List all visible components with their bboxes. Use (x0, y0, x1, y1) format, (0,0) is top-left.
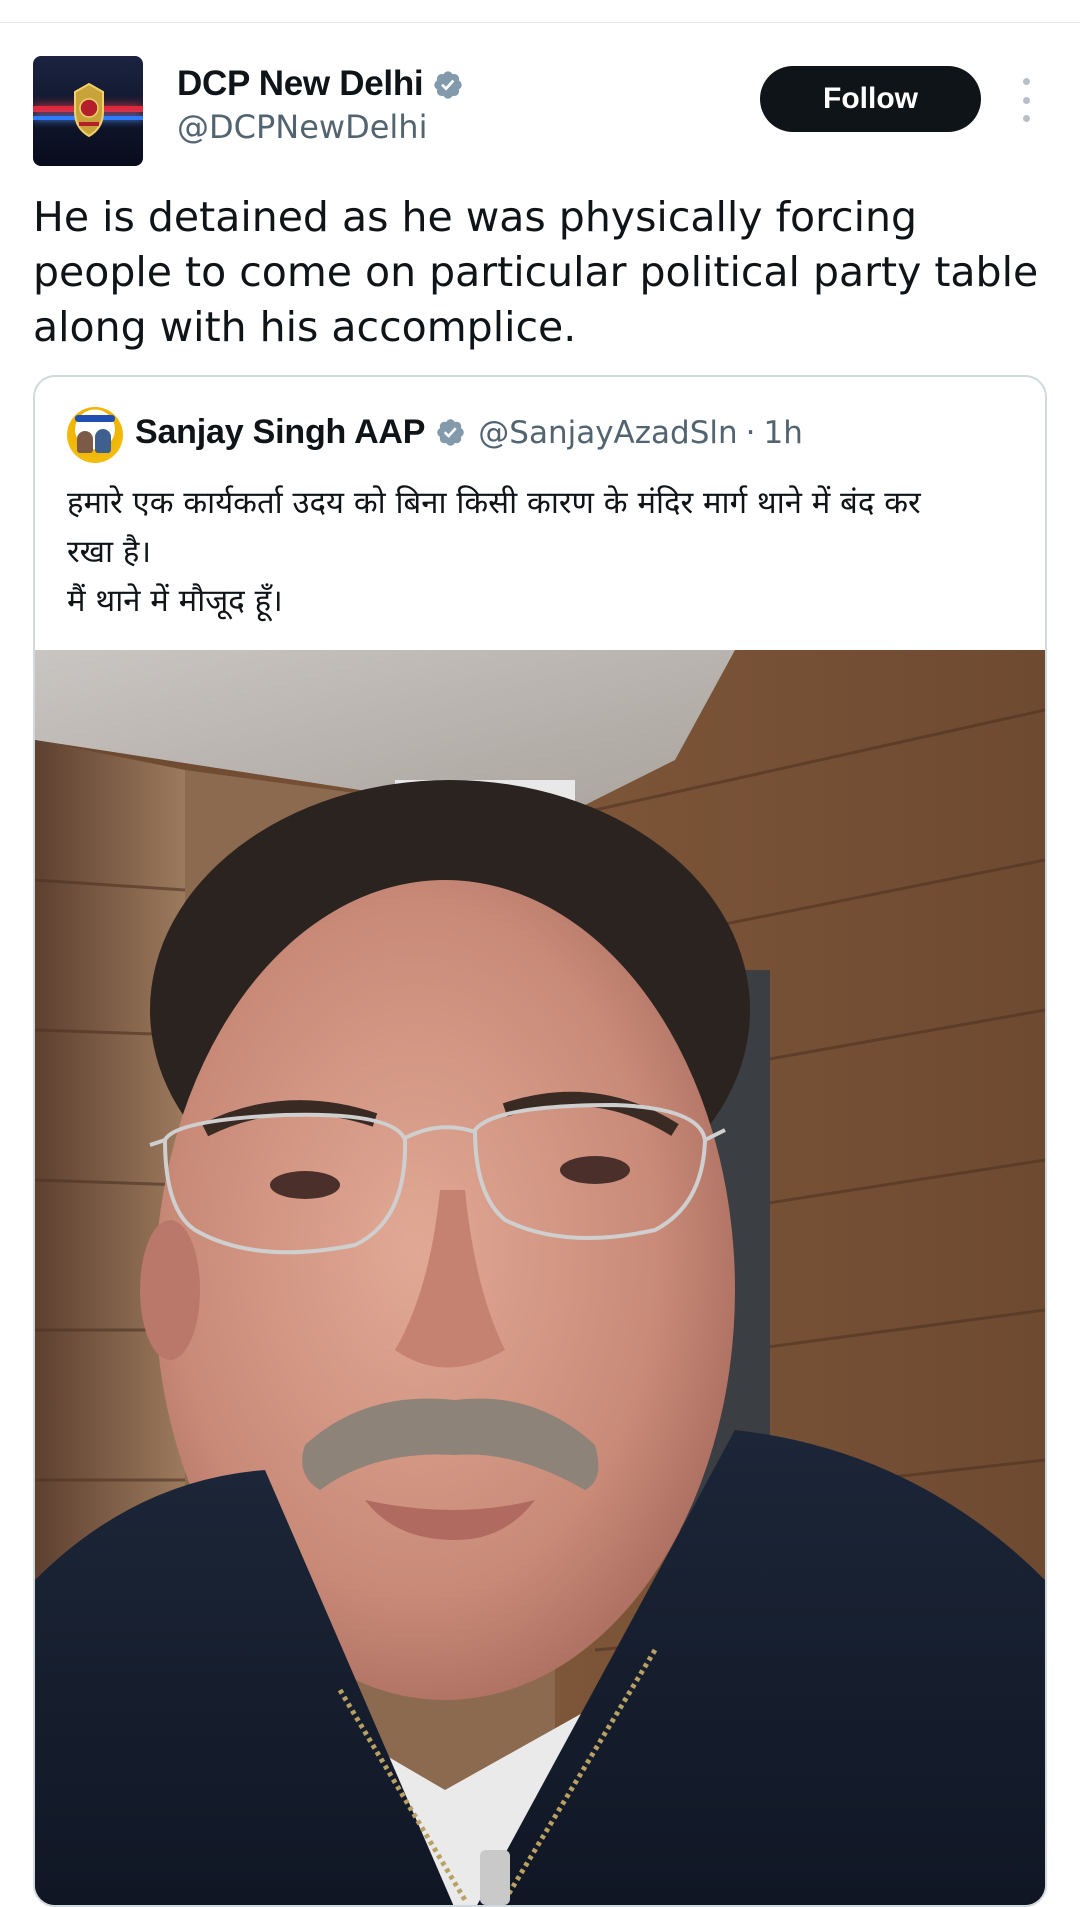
author-display-name[interactable]: DCP New Delhi (177, 64, 424, 104)
more-dot (1022, 96, 1030, 104)
follow-button[interactable]: Follow (760, 66, 981, 132)
quoted-author-display-name[interactable]: Sanjay Singh AAP (135, 413, 425, 452)
quoted-text-line: मैं थाने में मौजूद हूँ। (67, 583, 283, 619)
quoted-media-photo[interactable] (35, 650, 1045, 1905)
author-avatar[interactable] (33, 56, 143, 166)
more-dot (1022, 115, 1030, 122)
more-dot (1022, 78, 1030, 85)
tweet-header: DCP New Delhi @DCPNewDelhi Follow (0, 0, 1080, 180)
quoted-text-line: रखा है। (67, 534, 152, 570)
avatar-figure (95, 429, 111, 453)
quoted-author-avatar[interactable] (67, 407, 123, 463)
tweet-text: He is detained as he was physically forc… (33, 193, 1052, 351)
author-handle[interactable]: @DCPNewDelhi (177, 108, 464, 146)
author-info: DCP New Delhi @DCPNewDelhi (177, 64, 464, 146)
police-badge-icon (74, 82, 104, 138)
more-vertical-icon[interactable] (1010, 78, 1042, 122)
quoted-timestamp[interactable]: 1h (764, 415, 803, 451)
quoted-tweet-card[interactable]: Sanjay Singh AAP @SanjayAzadSln · 1h हमा… (33, 375, 1047, 1907)
avatar-figure (77, 431, 93, 453)
avatar-banner (75, 415, 115, 422)
verified-badge-icon (437, 419, 465, 446)
meta-separator: · (745, 414, 756, 451)
quoted-author-info: Sanjay Singh AAP @SanjayAzadSln · 1h (135, 413, 803, 452)
quoted-tweet-text: हमारे एक कार्यकर्ता उदय को बिना किसी कार… (67, 479, 1017, 626)
quoted-author-handle[interactable]: @SanjayAzadSln (478, 415, 737, 451)
verified-badge-icon (434, 71, 463, 99)
selfie-photo (35, 650, 1045, 1905)
quoted-text-line: हमारे एक कार्यकर्ता उदय को बिना किसी कार… (67, 485, 921, 521)
